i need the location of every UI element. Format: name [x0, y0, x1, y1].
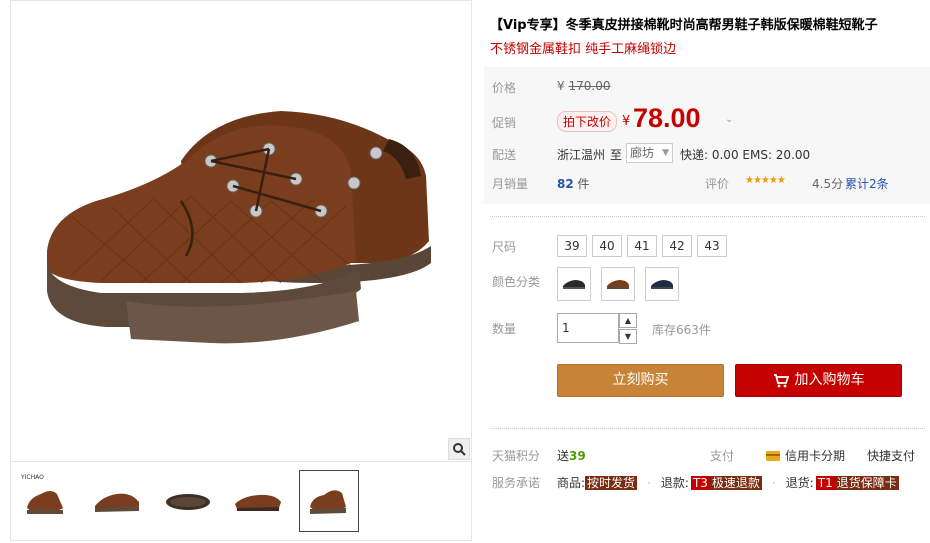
thumbnail-1[interactable]: YICHAO — [19, 470, 77, 530]
brand-logo: YICHAO — [21, 474, 44, 481]
color-option-brown[interactable] — [600, 267, 635, 301]
service-label: 服务承诺 — [492, 476, 541, 490]
shoe-image — [47, 111, 431, 344]
stock-count: 库存663件 — [652, 323, 711, 337]
zoom-button[interactable] — [448, 438, 470, 460]
payment-label: 支付 — [710, 449, 735, 463]
thumbnail-shoe — [27, 491, 63, 514]
magnifier-icon — [453, 443, 466, 456]
brown-shoe-swatch — [606, 280, 629, 289]
divider — [490, 428, 925, 429]
service-commitments: 商品: 按时发货 · 退款: T3 极速退款 · 退货: T1 退货保障卡 — [557, 476, 899, 490]
return-label: 退货: — [785, 476, 814, 490]
fast-refund-badge[interactable]: 极速退款 — [709, 476, 762, 490]
rating-label: 评价 — [705, 177, 730, 191]
review-count-link[interactable]: 累计2条 — [845, 175, 889, 192]
quantity-decrease-button[interactable]: ▼ — [619, 329, 637, 344]
color-option-black[interactable] — [557, 267, 591, 301]
sales-label: 月销量 — [492, 177, 529, 191]
add-to-cart-label: 加入购物车 — [794, 372, 865, 388]
color-options — [557, 267, 685, 301]
currency-symbol: ¥ — [557, 79, 565, 93]
points-prefix: 送 — [557, 449, 570, 463]
thumbnail-5-selected[interactable] — [299, 470, 359, 532]
promo-currency: ¥ — [622, 114, 631, 129]
return-guarantee-badge[interactable]: 退货保障卡 — [834, 476, 899, 490]
refund-level-badge: T3 — [690, 476, 710, 490]
destination-city: 廊坊 — [630, 146, 655, 160]
color-option-navy[interactable] — [644, 267, 679, 301]
quantity-label: 数量 — [492, 322, 517, 336]
star-rating-icon: ★★★★★ — [745, 175, 786, 186]
original-price: ¥ 170.00 — [557, 79, 610, 93]
credit-card-icon — [766, 450, 780, 461]
size-options: 39 40 41 42 43 — [557, 235, 732, 257]
color-label: 颜色分类 — [492, 275, 541, 289]
goods-label: 商品: — [557, 476, 586, 490]
thumbnail-strip: YICHAO — [10, 462, 472, 541]
credit-installment-label: 信用卡分期 — [785, 449, 846, 463]
main-product-image[interactable] — [10, 0, 472, 462]
thumbnail-shoe — [166, 494, 210, 510]
rating-score: 4.5分 — [812, 177, 844, 191]
on-time-delivery-badge[interactable]: 按时发货 — [585, 476, 638, 490]
promo-price: 78.00 — [633, 103, 701, 133]
thumbnail-shoe — [235, 494, 281, 511]
navy-shoe-swatch — [650, 280, 673, 289]
destination-city-select[interactable]: 廊坊 ▼ — [626, 143, 673, 163]
chevron-down-icon[interactable]: ⌄ — [725, 114, 733, 125]
shipping-label: 配送 — [492, 148, 517, 162]
thumbnail-2[interactable] — [89, 470, 147, 530]
thumbnail-4[interactable] — [229, 470, 287, 530]
divider — [490, 216, 925, 217]
size-option-41[interactable]: 41 — [627, 235, 657, 257]
monthly-sales: 82 件 — [557, 175, 590, 192]
points-value: 送39 — [557, 447, 586, 464]
price-label: 价格 — [492, 81, 517, 95]
quick-pay-link[interactable]: 快捷支付 — [867, 447, 915, 464]
product-title: 【Vip专享】冬季真皮拼接棉靴时尚高帮男鞋子韩版保暖棉鞋短靴子 — [490, 18, 878, 33]
return-level-badge: T1 — [815, 476, 835, 490]
ship-from: 浙江温州 — [557, 148, 606, 162]
thumbnail-shoe — [310, 490, 346, 514]
size-option-39[interactable]: 39 — [557, 235, 587, 257]
credit-installment-link[interactable]: 信用卡分期 — [766, 447, 845, 464]
size-label: 尺码 — [492, 240, 517, 254]
size-option-40[interactable]: 40 — [592, 235, 622, 257]
promo-tag: 拍下改价 — [557, 111, 618, 132]
sales-count: 82 — [557, 177, 574, 191]
quantity-increase-button[interactable]: ▲ — [619, 313, 637, 328]
buy-now-button[interactable]: 立刻购买 — [557, 364, 724, 397]
shipping-fee: 快递: 0.00 EMS: 20.00 — [680, 148, 811, 162]
product-subtitle: 不锈钢金属鞋扣 纯手工麻绳锁边 — [490, 42, 677, 57]
sales-unit: 件 — [577, 177, 590, 191]
points-number: 39 — [569, 449, 586, 463]
black-shoe-swatch — [563, 280, 585, 289]
thumbnail-shoe — [95, 493, 139, 512]
points-label: 天猫积分 — [492, 449, 541, 463]
add-to-cart-button[interactable]: 加入购物车 — [735, 364, 902, 397]
original-price-value: 170.00 — [568, 79, 611, 93]
size-option-42[interactable]: 42 — [662, 235, 692, 257]
dropdown-arrow-icon: ▼ — [662, 148, 669, 158]
size-option-43[interactable]: 43 — [697, 235, 727, 257]
thumbnail-3[interactable] — [159, 470, 217, 530]
ship-to-word: 至 — [610, 148, 623, 162]
promo-label: 促销 — [492, 116, 517, 130]
cart-icon — [773, 373, 789, 387]
quantity-input[interactable]: 1 — [557, 313, 619, 343]
refund-label: 退款: — [660, 476, 689, 490]
